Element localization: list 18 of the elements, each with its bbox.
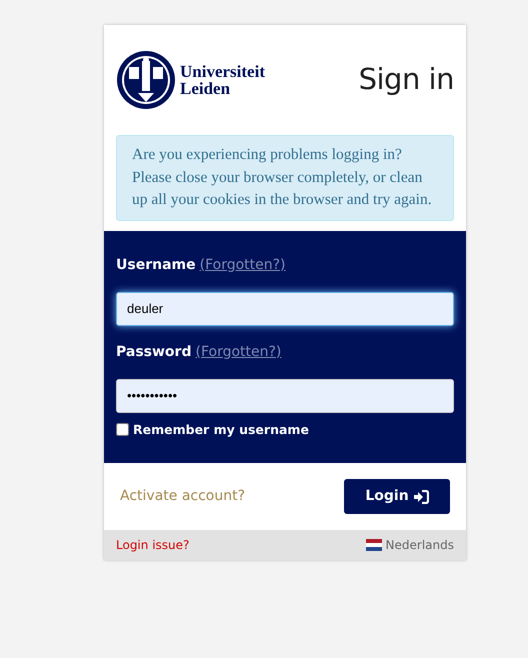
dutch-flag-icon: [366, 539, 382, 552]
login-button[interactable]: Login: [344, 479, 450, 514]
checkbox-label: Remember my username: [133, 420, 309, 439]
field-label: Username: [116, 256, 196, 274]
activate-link[interactable]: Activate account?: [120, 486, 246, 508]
language-link[interactable]: Nederlands: [366, 536, 454, 554]
sign-in-icon: [412, 490, 429, 504]
university-seal-icon: [116, 49, 176, 111]
field-label: Password: [116, 342, 192, 362]
input-field[interactable]: deuler: [116, 292, 454, 326]
forgotten-link[interactable]: (Forgotten?): [195, 342, 282, 362]
info-alert: Are you experiencing problems logging in? Please close your browser completely, or clean up all your cookies in the browser and try again.: [116, 135, 454, 220]
remember-checkbox[interactable]: [116, 423, 129, 436]
logo-text: Universiteit Leiden: [180, 63, 265, 97]
login-issue-link[interactable]: Login issue?: [116, 536, 190, 554]
input-field[interactable]: •••••••••••: [116, 378, 454, 412]
page-title: Sign in: [358, 61, 454, 98]
forgotten-link[interactable]: (Forgotten?): [200, 254, 286, 276]
